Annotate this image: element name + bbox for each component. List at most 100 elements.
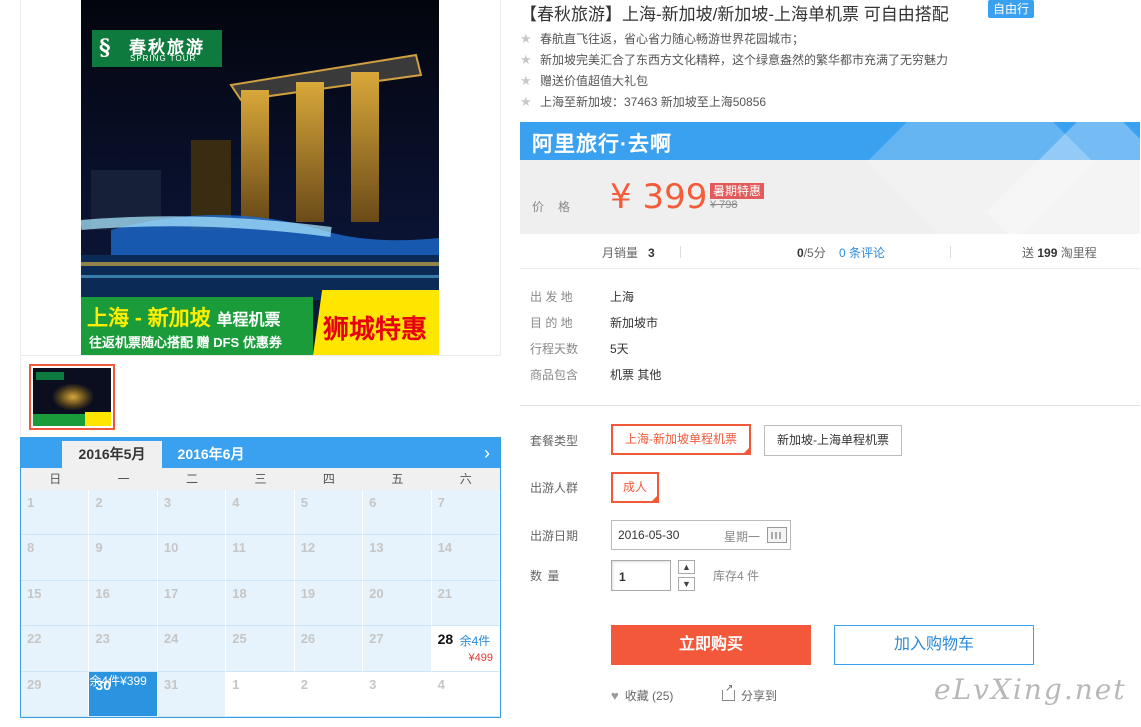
calendar-tab-june[interactable]: 2016年6月 [171,441,251,468]
feature-text: 赠送价值超值大礼包 [540,74,649,88]
calendar-day-cell: 31 [157,671,227,717]
travel-date-picker[interactable]: 2016-05-30 星期一 [611,520,791,550]
calendar-day-number: 9 [95,540,103,556]
gallery-thumbnail[interactable] [29,364,115,430]
traveler-option-adult[interactable]: 成人 [611,472,660,503]
feature-text: 新加坡完美汇合了东西方文化精粹，这个绿意盎然的繁华都市充满了无穷魅力 [540,53,949,67]
travel-date-label: 出游日期 [530,529,579,543]
price-panel: 阿里旅行·去啊 价格 ¥ 399 暑期特惠 ¥ 798 [520,122,1140,234]
calendar-day-cell: 23 [89,626,158,672]
calendar-weekday-row: 日一二三四五六 [21,468,500,490]
calendar-day-cell: 21 [431,580,500,627]
weekday-label: 六 [459,472,472,486]
buy-now-button[interactable]: 立即购买 [611,625,811,665]
calendar-day-number: 12 [300,540,316,556]
add-to-cart-button[interactable]: 加入购物车 [834,625,1034,665]
star-icon: ★ [520,73,532,88]
calendar-day-number: 11 [232,540,247,556]
calendar-day-cell: 11 [226,535,295,581]
info-key: 行程天数 [530,342,579,356]
banner-route: 上海 - 新加坡 单程机票 往返机票随心搭配 赠 DFS 优惠券 [81,297,313,355]
calendar-header: 2016年5月 2016年6月 › [21,438,500,468]
calendar-day-number: 19 [300,585,316,601]
calendar-icon[interactable] [767,527,787,543]
original-price: ¥ 798 [710,199,738,211]
feature-item: ★ 上海至新加坡：37463 新加坡至上海50856 [520,93,948,114]
calendar-day-number: 7 [437,495,445,510]
calendar-tab-may[interactable]: 2016年5月 [62,441,162,468]
calendar-day-number: 2 [95,495,103,510]
calendar-day-cell: 14 [431,535,500,581]
logo-english-name: SPRING TOUR [130,54,197,63]
calendar-day-number: 26 [300,631,316,647]
share-icon [722,683,735,701]
travel-date-value: 2016-05-30 [618,528,680,542]
promo-badge: 暑期特惠 [710,183,765,199]
star-icon: ★ [520,31,532,46]
calendar-day-cell: 22 [21,626,90,672]
image-divider [20,355,501,356]
spring-tour-logo: § 春秋旅游 SPRING TOUR [92,30,222,67]
calendar-day-cell: 27 [363,626,432,672]
weekday-label: 一 [117,472,130,486]
calendar-day-cell: 2 [294,671,364,717]
quantity-decrease-button[interactable]: ▼ [678,577,695,591]
calendar-day-number: 8 [27,540,35,556]
calendar-day-number: 20 [369,585,384,601]
weekday-label: 三 [254,472,267,486]
banner-promo-text: 狮城特惠 [322,314,427,344]
package-option-sin-sha[interactable]: 新加坡-上海单程机票 [764,425,902,456]
feature-text: 上海至新加坡：37463 新加坡至上海50856 [540,95,767,109]
feature-list: ★ 春航直飞往返，省心省力随心畅游世界花园城市； ★ 新加坡完美汇合了东西方文化精粹，… [520,30,948,114]
calendar-day-cell: 26 [294,626,364,672]
calendar-day-cell: 5 [294,490,364,536]
calendar-day-number: 4 [232,495,240,510]
weekday-label: 二 [186,472,199,486]
calendar-day-cell: 20 [363,580,432,627]
favorite-button[interactable]: ♥ 收藏 (25) [611,687,673,704]
calendar-day-number: 1 [232,676,240,692]
feature-item: ★ 新加坡完美汇合了东西方文化精粹，这个绿意盎然的繁华都市充满了无穷魅力 [520,51,948,72]
calendar-day-cell: 4 [431,671,500,717]
product-stats: 月销量 3 0/5分 0 条评论 送 199 淘里程 [520,234,1140,269]
calendar-day-cell: 6 [363,490,432,536]
feature-item: ★ 春航直飞往返，省心省力随心畅游世界花园城市； [520,30,948,51]
calendar-day-number: 3 [369,676,377,692]
calendar-day-number: 21 [437,585,453,601]
info-value: 机票 其他 [610,368,662,382]
share-button[interactable]: 分享到 [722,683,777,704]
feature-text: 春航直飞往返，省心省力随心畅游世界花园城市； [540,32,805,46]
calendar-day-cell[interactable]: 28 余4件 ¥499 [431,626,500,672]
calendar-day-cell: 19 [294,580,364,627]
info-value: 上海 [610,290,635,304]
chevron-right-icon[interactable]: › [484,443,490,463]
info-key: 目 的 地 [530,316,573,330]
calendar-grid: 1 2 3 4 5 6 7 8 9 10 11 12 13 14 15 16 17 18 19 20 21 22 23 24 2… [21,490,500,717]
quantity-label: 数 量 [530,569,561,583]
package-type-label: 套餐类型 [530,434,579,448]
current-price: ¥ 399 [610,177,708,217]
quantity-input[interactable]: 1 [611,560,671,591]
gallery-border-left [20,0,21,436]
calendar-day-number: 14 [437,540,453,556]
package-option-sha-sin[interactable]: 上海-新加坡单程机票 [611,424,751,455]
calendar-day-number: 17 [163,585,179,601]
calendar-day-number: 15 [27,585,42,601]
calendar-day-cell: 3 [157,490,227,536]
calendar-day-cell: 15 [21,580,90,627]
calendar-day-price: ¥399 [120,673,147,688]
calendar-day-cell: 17 [157,580,227,627]
banner-secondary-text: 往返机票随心搭配 赠 DFS 优惠券 [89,335,282,350]
feature-item: ★ 赠送价值超值大礼包 [520,72,948,93]
calendar-day-cell[interactable]: 30 余4件¥399 [89,671,158,717]
monthly-sales: 月销量 3 [602,246,655,260]
calendar-day-number: 2 [300,676,308,692]
reviews-link[interactable]: 0 条评论 [839,246,885,260]
quantity-increase-button[interactable]: ▲ [678,560,695,574]
calendar-day-cell: 1 [226,671,295,717]
favorite-label: 收藏 (25) [624,689,674,703]
calendar-day-cell: 25 [226,626,295,672]
info-key: 出 发 地 [530,290,573,304]
calendar-day-cell: 10 [157,535,227,581]
calendar-day-cell: 8 [21,535,90,581]
